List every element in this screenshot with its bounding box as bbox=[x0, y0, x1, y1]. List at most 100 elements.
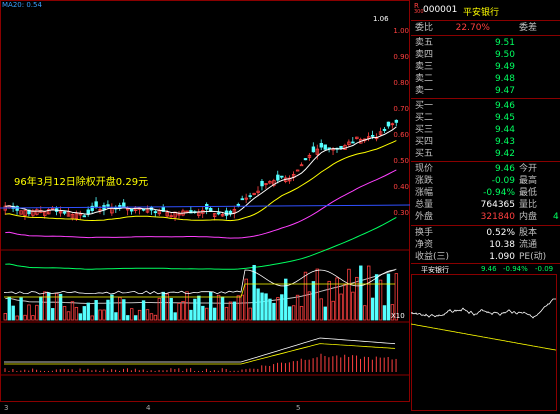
exright-annotation: 96年3月12日除权开盘0.29元 bbox=[14, 177, 149, 188]
kline-chart-area[interactable]: MA20: 0.54 96年3月12日除权开盘0.29元 1.06 1.00 0… bbox=[0, 0, 410, 414]
stat-row-2: 涨跌 -0.09 最高 bbox=[411, 175, 560, 187]
bid-row-5: 买五 9.42 bbox=[411, 148, 560, 160]
volume-bar bbox=[280, 294, 284, 321]
candle-body bbox=[311, 146, 316, 153]
volume-bar bbox=[90, 315, 94, 321]
candle-body bbox=[303, 158, 308, 161]
volume-bar bbox=[94, 300, 98, 321]
bid-label: 买三 bbox=[415, 125, 434, 135]
stat-value: 321840 bbox=[480, 212, 515, 222]
volume-bar bbox=[118, 296, 122, 321]
volume-bar bbox=[295, 294, 300, 321]
mini-chart-price: 9.46 bbox=[481, 265, 497, 273]
ticker-name: 平安银行 bbox=[463, 8, 500, 18]
volume-bar bbox=[141, 300, 146, 321]
stat-label: 现价 bbox=[415, 164, 434, 174]
volume-bar bbox=[331, 300, 335, 321]
y-label-7: 0.40 bbox=[393, 183, 409, 191]
volume-bar bbox=[378, 279, 383, 321]
candle-body bbox=[216, 212, 221, 215]
ask-row-2: 卖四 9.50 bbox=[411, 49, 560, 61]
volume-bar bbox=[126, 315, 130, 321]
volume-bar bbox=[51, 308, 55, 321]
kline-chart[interactable] bbox=[0, 0, 410, 414]
volume-bar bbox=[291, 305, 296, 321]
ask-label: 卖二 bbox=[415, 74, 434, 84]
volume-bar bbox=[181, 301, 185, 321]
bid-label: 买四 bbox=[415, 137, 434, 147]
bottom-axis-bar: 3 4 5 bbox=[0, 402, 410, 414]
volume-bar bbox=[299, 306, 304, 321]
candle-body bbox=[106, 204, 110, 207]
volume-bar bbox=[35, 304, 39, 321]
candle-body bbox=[276, 174, 280, 181]
volume-bar bbox=[58, 293, 63, 321]
candle-body bbox=[280, 175, 284, 178]
bid-price: 9.43 bbox=[494, 137, 515, 147]
volume-bars bbox=[3, 264, 399, 321]
candle-body bbox=[51, 207, 55, 210]
volume-bar bbox=[106, 299, 110, 321]
volume-bar bbox=[110, 294, 114, 321]
ask-row-3: 卖三 9.49 bbox=[411, 61, 560, 73]
volume-bar bbox=[165, 293, 169, 321]
ticker-header[interactable]: R 300 000001 平安银行 bbox=[413, 2, 559, 18]
y-label-4: 0.70 bbox=[393, 105, 409, 113]
indicator-header: MA20: 0.54 bbox=[2, 1, 42, 9]
stat-value: 764365 bbox=[480, 200, 515, 210]
volume-bar bbox=[319, 298, 323, 321]
x-label-3: 5 bbox=[296, 404, 301, 412]
fin-label: 净资 bbox=[415, 240, 434, 250]
stat-row-4: 总量 764365 量比 bbox=[411, 199, 560, 211]
volume-bar bbox=[137, 309, 142, 321]
stat-label-2: 内盘 bbox=[519, 212, 538, 222]
wb-value: 22.70% bbox=[455, 23, 490, 33]
volume-bar bbox=[311, 281, 316, 321]
candle-body bbox=[319, 143, 323, 148]
stat-label-2: 最低 bbox=[519, 188, 538, 198]
fin-value: 0.52% bbox=[486, 228, 515, 238]
divider bbox=[411, 225, 560, 226]
volume-bar bbox=[220, 296, 225, 321]
ask-label: 卖五 bbox=[415, 38, 434, 48]
stat-row-5: 外盘 321840 内盘 4 bbox=[411, 211, 560, 223]
stat-label: 涨跌 bbox=[415, 176, 434, 186]
volume-bar bbox=[343, 283, 347, 321]
divider bbox=[411, 161, 560, 162]
volume-bar bbox=[224, 306, 229, 321]
y-label-3: 0.80 bbox=[393, 79, 409, 87]
stat-label: 涨幅 bbox=[415, 188, 434, 198]
candle-body bbox=[386, 121, 391, 127]
fin-row-2: 净资 10.38 流通 bbox=[411, 239, 560, 251]
ask-price: 9.47 bbox=[494, 86, 515, 96]
stat-label-2: 量比 bbox=[519, 200, 538, 210]
y-label-2: 0.90 bbox=[393, 53, 409, 61]
volume-ma-lines bbox=[3, 269, 396, 298]
volume-bar bbox=[216, 294, 221, 321]
volume-bar bbox=[102, 309, 106, 321]
bid-price: 9.46 bbox=[494, 101, 515, 111]
volume-bar bbox=[303, 271, 308, 321]
volume-bar bbox=[177, 302, 181, 321]
volume-unit-label: X10 bbox=[391, 312, 405, 320]
candle-body bbox=[248, 195, 252, 198]
mini-intraday-chart[interactable] bbox=[411, 274, 560, 414]
candle-body bbox=[228, 210, 233, 214]
volume-bar bbox=[185, 291, 189, 321]
divider bbox=[411, 263, 560, 264]
bid-label: 买二 bbox=[415, 113, 434, 123]
stat-value: -0.94% bbox=[483, 188, 515, 198]
mini-chart-change: -0.09 bbox=[535, 265, 554, 273]
macd-indicator bbox=[4, 337, 397, 372]
bid-label: 买一 bbox=[415, 101, 434, 111]
volume-bar bbox=[201, 305, 205, 321]
wc-label: 委差 bbox=[519, 23, 538, 33]
volume-bar bbox=[256, 288, 260, 321]
candle-body bbox=[382, 128, 387, 131]
bid-row-1: 买一 9.46 bbox=[411, 100, 560, 112]
volume-bar bbox=[205, 307, 209, 321]
volume-ma-line bbox=[3, 269, 396, 295]
volume-bar bbox=[236, 295, 241, 321]
bid-row-2: 买二 9.45 bbox=[411, 112, 560, 124]
volume-bar bbox=[366, 265, 371, 321]
